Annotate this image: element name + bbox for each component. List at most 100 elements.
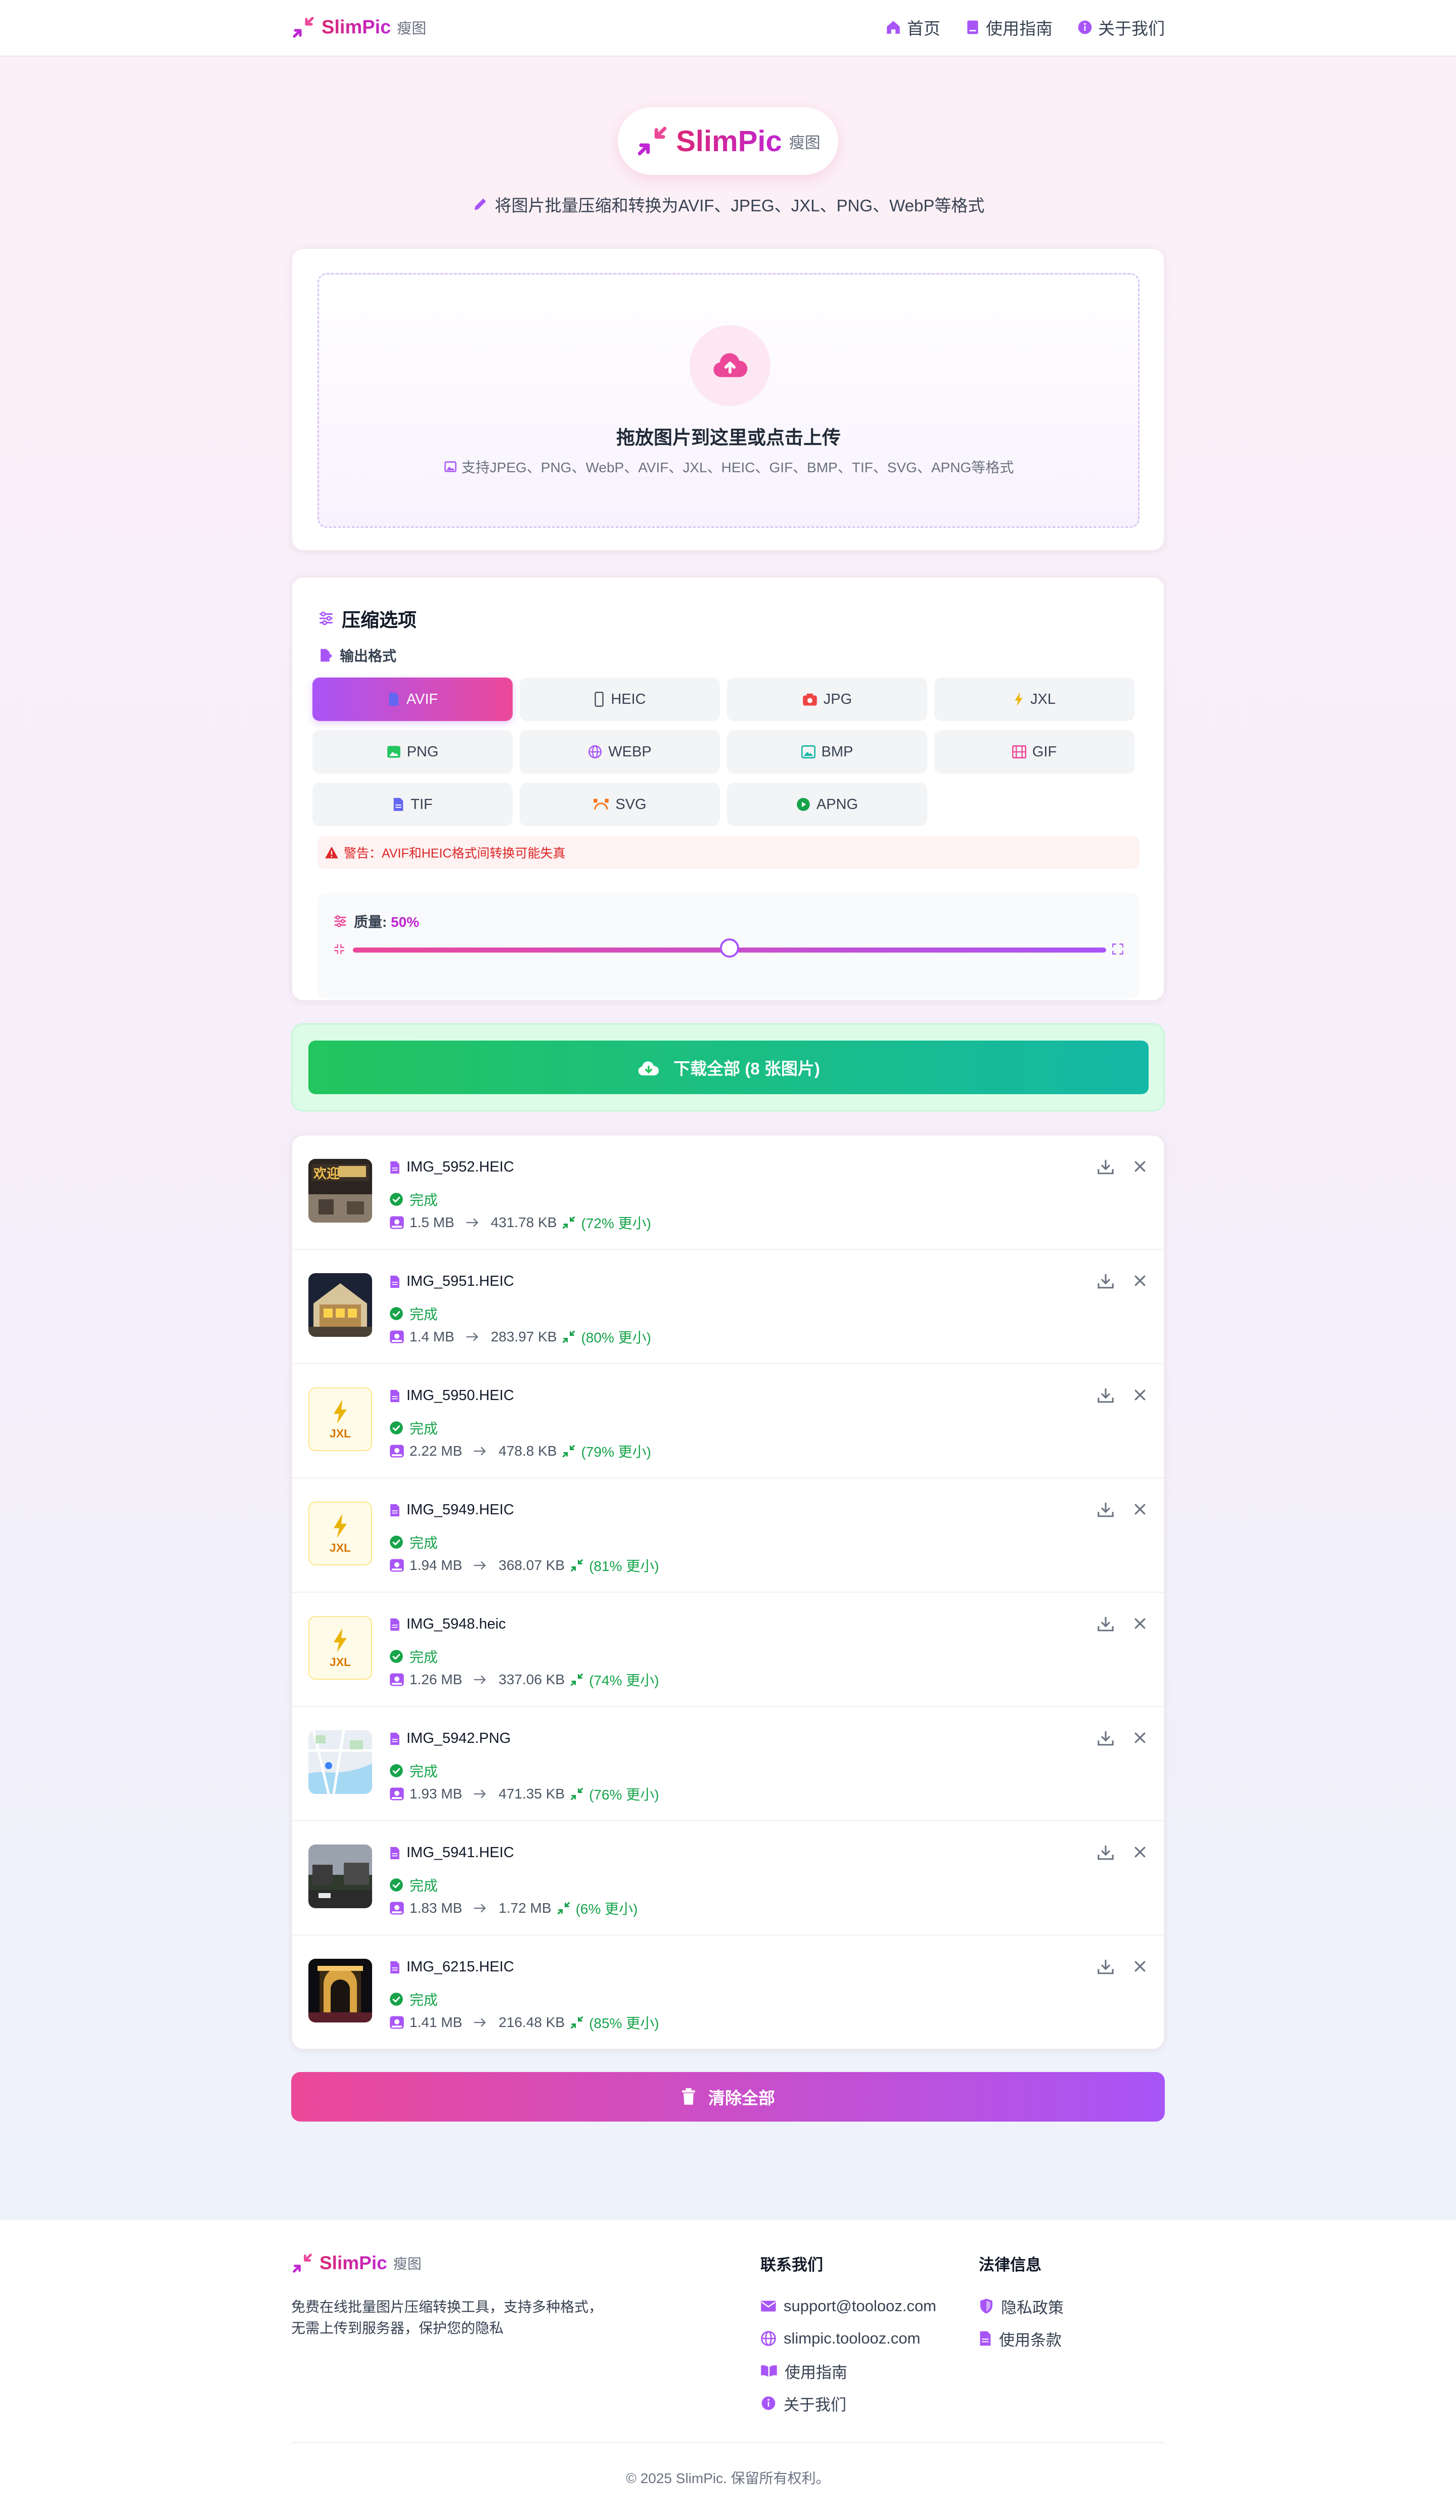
format-avif-button[interactable]: AVIF [312,678,513,721]
footer-contact: 联系我们 support@toolooz.com slimpic.toolooz… [760,2252,936,2419]
drive-icon [389,1330,404,1344]
format-apng-button[interactable]: APNG [727,783,927,826]
play-icon [796,797,810,812]
camera-icon [802,692,817,706]
file-row: IMG_5942.PNG 完成 1.93 MB 471.35 KB (76% 更小) [292,1707,1164,1821]
close-icon[interactable] [1132,1387,1148,1404]
format-heic-button[interactable]: HEIC [520,678,720,721]
footer-contact-guide[interactable]: 使用指南 [760,2355,936,2387]
check-circle-icon [389,1535,403,1549]
file-list: 欢迎 IMG_5952.HEIC 完成 1.5 MB 431.78 KB (72% 更小)… [291,1135,1165,2050]
saving-percent: (74% 更小) [589,1673,659,1688]
footer-privacy-link[interactable]: 隐私政策 [979,2290,1064,2322]
hero-tagline: 将图片批量压缩和转换为AVIF、JPEG、JXL、PNG、WebP等格式 [0,192,1456,216]
compress-arrows-icon [562,1444,576,1458]
footer-about-label: 关于我们 [784,2396,846,2414]
close-icon[interactable] [1132,1159,1148,1175]
nav-about[interactable]: 关于我们 [1077,15,1165,39]
original-size: 1.93 MB [410,1786,463,1802]
download-all-button[interactable]: 下载全部 (8 张图片) [308,1041,1149,1094]
download-icon[interactable] [1097,1273,1114,1289]
thumbnail-format-label: JXL [329,1426,351,1440]
format-gif-button[interactable]: GIF [934,730,1134,774]
footer-contact-site[interactable]: slimpic.toolooz.com [760,2322,936,2355]
file-icon [389,1160,400,1175]
file-row: IMG_5951.HEIC 完成 1.4 MB 283.97 KB (80% 更小) [292,1250,1164,1364]
compress-arrows-icon [570,1673,584,1687]
file-name-text: IMG_5942.PNG [406,1730,511,1746]
file-status: 完成 [389,1989,438,2009]
footer-contact-email[interactable]: support@toolooz.com [760,2290,936,2322]
format-label-text: 输出格式 [340,648,397,664]
format-tif-button[interactable]: TIF [312,783,513,826]
warning-icon [325,846,339,859]
compress-arrows-icon [570,2015,584,2030]
format-webp-button[interactable]: WEBP [520,730,720,774]
image-icon [443,460,458,474]
drive-icon [389,1901,404,1915]
footer-terms-link[interactable]: 使用条款 [979,2322,1064,2355]
options-card: 压缩选项 输出格式 AVIF HEIC JPG JXL PNG WEBP BMP… [291,576,1165,1001]
file-name: IMG_5950.HEIC [389,1387,514,1404]
format-apng-label: APNG [816,796,858,813]
original-size: 1.26 MB [410,1672,463,1687]
file-sizes: 1.4 MB 283.97 KB (80% 更小) [389,1327,651,1347]
format-bmp-button[interactable]: BMP [727,730,927,774]
clear-all-button[interactable]: 清除全部 [291,2072,1165,2122]
close-icon[interactable] [1132,1959,1148,1975]
download-icon[interactable] [1097,1844,1114,1861]
drop-subtitle: 支持JPEG、PNG、WebP、AVIF、JXL、HEIC、GIF、BMP、TI… [319,457,1138,477]
compressed-size: 283.97 KB [490,1329,557,1344]
footer-legal-title: 法律信息 [979,2256,1041,2274]
drive-icon [389,1216,404,1230]
quality-value: 50% [391,914,420,930]
close-icon[interactable] [1132,1730,1148,1746]
download-icon[interactable] [1097,1502,1114,1518]
nav-guide[interactable]: 使用指南 [965,15,1053,39]
footer-contact-about[interactable]: 关于我们 [760,2387,936,2419]
file-icon [389,1389,400,1403]
format-heic-label: HEIC [611,691,646,707]
download-icon[interactable] [1097,1616,1114,1632]
format-jpg-button[interactable]: JPG [727,678,927,721]
file-row: IMG_6215.HEIC 完成 1.41 MB 216.48 KB (85% 更小) [292,1936,1164,2049]
options-title: 压缩选项 [317,605,417,632]
compressed-size: 471.35 KB [498,1786,565,1802]
hero-brand-name: SlimPic [676,124,782,158]
close-icon[interactable] [1132,1616,1148,1632]
file-name: IMG_5942.PNG [389,1730,511,1747]
format-svg-label: SVG [615,796,647,813]
file-thumbnail [308,1273,372,1337]
format-jpg-label: JPG [823,691,852,707]
format-svg-button[interactable]: SVG [520,783,720,826]
download-icon[interactable] [1097,1959,1114,1975]
file-sizes: 1.93 MB 471.35 KB (76% 更小) [389,1784,659,1804]
file-sizes: 1.5 MB 431.78 KB (72% 更小) [389,1212,651,1233]
file-sizes: 1.26 MB 337.06 KB (74% 更小) [389,1670,659,1690]
format-png-button[interactable]: PNG [312,730,513,774]
nav-home[interactable]: 首页 [885,15,940,39]
check-circle-icon [389,1992,403,2006]
close-icon[interactable] [1132,1273,1148,1289]
close-icon[interactable] [1132,1502,1148,1518]
film-icon [1012,745,1026,758]
file-status-text: 完成 [410,1307,438,1322]
file-status-text: 完成 [410,1421,438,1436]
footer-site-label: slimpic.toolooz.com [784,2329,921,2347]
header-logo[interactable]: SlimPic 瘦图 [291,15,426,39]
sliders-icon [333,914,348,929]
compress-arrows-icon [570,1558,584,1572]
file-actions [1097,1730,1148,1746]
download-icon[interactable] [1097,1387,1114,1404]
file-thumbnail: JXL [308,1387,372,1451]
download-icon[interactable] [1097,1730,1114,1746]
check-circle-icon [389,1192,403,1206]
footer-brand-sub: 瘦图 [393,2256,422,2272]
format-jxl-label: JXL [1030,691,1056,707]
close-icon[interactable] [1132,1844,1148,1861]
tagline-text: 将图片批量压缩和转换为AVIF、JPEG、JXL、PNG、WebP等格式 [494,196,985,215]
download-icon[interactable] [1097,1159,1114,1175]
quality-slider-handle[interactable] [720,938,739,958]
drop-zone[interactable]: 拖放图片到这里或点击上传 支持JPEG、PNG、WebP、AVIF、JXL、HE… [317,273,1140,528]
format-jxl-button[interactable]: JXL [934,678,1134,721]
